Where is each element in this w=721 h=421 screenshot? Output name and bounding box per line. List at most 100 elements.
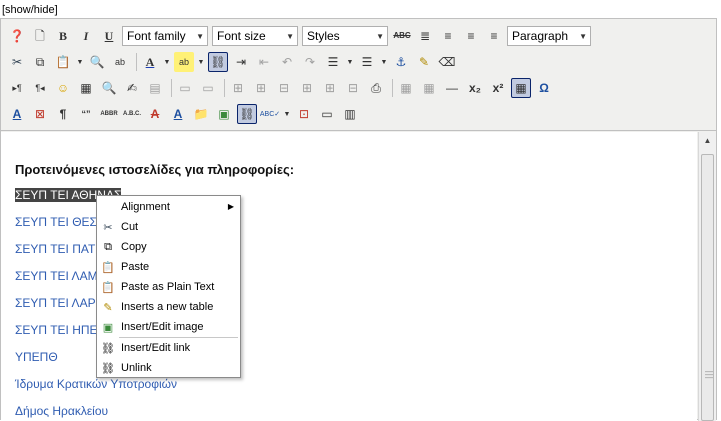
blockquote-icon[interactable]: “” xyxy=(76,104,96,124)
chevron-down-icon[interactable]: ▼ xyxy=(76,52,84,72)
unlink-toolbar-icon[interactable]: ⛓ xyxy=(208,52,228,72)
bold-button[interactable]: B xyxy=(53,26,73,46)
special-char-icon[interactable]: Ω xyxy=(534,78,554,98)
delete-row-icon[interactable]: ⊟ xyxy=(274,78,294,98)
chevron-down-icon[interactable]: ▼ xyxy=(283,104,291,124)
redo-icon[interactable]: ↷ xyxy=(300,52,320,72)
link-seyp-lam[interactable]: ΣΕΥΠ ΤΕΙ ΛΑΜ xyxy=(15,269,98,283)
help-icon[interactable]: ❓ xyxy=(7,26,27,46)
align-center-icon[interactable]: ≡ xyxy=(438,26,458,46)
cut-icon[interactable]: ✂ xyxy=(7,52,27,72)
paragraph-mark-icon[interactable]: ¶ xyxy=(53,104,73,124)
menu-item-insert-image[interactable]: ▣ Insert/Edit image xyxy=(97,317,240,337)
link-seyp-pat[interactable]: ΣΕΥΠ ΤΕΙ ΠΑΤ xyxy=(15,242,95,256)
link-seyp-ipe[interactable]: ΣΕΥΠ ΤΕΙ ΗΠΕ xyxy=(15,323,98,337)
chevron-down-icon[interactable]: ▼ xyxy=(163,52,171,72)
link-icon[interactable]: ⛓ xyxy=(237,104,257,124)
columns-icon[interactable]: ▥ xyxy=(340,104,360,124)
split-cells-icon[interactable]: ⊟ xyxy=(343,78,363,98)
scroll-thumb[interactable]: — — — xyxy=(701,154,714,421)
copy-icon[interactable]: ⧉ xyxy=(30,52,50,72)
page-break-icon[interactable]: ⊡ xyxy=(294,104,314,124)
row-after-icon[interactable]: ⊞ xyxy=(251,78,271,98)
col-after-icon[interactable]: ⊞ xyxy=(320,78,340,98)
toolbar-row-1: ❓ 🗋 B I U Font family ▼ Font size ▼ Styles… xyxy=(7,24,595,48)
menu-item-paste[interactable]: 📋 Paste xyxy=(97,257,240,277)
font-size-select[interactable]: Font size ▼ xyxy=(212,26,298,46)
anchor-icon[interactable]: ⚓ xyxy=(391,52,411,72)
acronym-button[interactable]: A.B.C. xyxy=(122,104,142,124)
bullet-list-icon[interactable]: ☰ xyxy=(357,52,377,72)
styles-select[interactable]: Styles ▼ xyxy=(302,26,388,46)
col-before-icon[interactable]: ⊞ xyxy=(297,78,317,98)
preview-icon[interactable]: 🔍 xyxy=(99,78,119,98)
emoticon-icon[interactable]: ☺ xyxy=(53,78,73,98)
menu-item-cut[interactable]: ✂ Cut xyxy=(97,217,240,237)
find-icon[interactable]: 🔍 xyxy=(87,52,107,72)
menu-item-paste-plain[interactable]: 📋 Paste as Plain Text xyxy=(97,277,240,297)
chevron-down-icon[interactable]: ▼ xyxy=(346,52,354,72)
menu-item-alignment[interactable]: Alignment ▶ xyxy=(97,197,240,217)
show-hide-link[interactable]: [show/hide] xyxy=(2,4,58,16)
template-icon[interactable]: 📁 xyxy=(191,104,211,124)
italic-button[interactable]: I xyxy=(76,26,96,46)
outdent-icon[interactable]: ⇤ xyxy=(254,52,274,72)
media-icon[interactable]: ▦ xyxy=(76,78,96,98)
highlight-color-icon[interactable]: ab xyxy=(174,52,194,72)
ltr-icon[interactable]: ▸¶ xyxy=(7,78,27,98)
row-before-icon[interactable]: ⊞ xyxy=(228,78,248,98)
spellcheck-icon[interactable]: ABC✓ xyxy=(260,104,280,124)
underline-button[interactable]: U xyxy=(99,26,119,46)
insert-text-icon[interactable]: A xyxy=(168,104,188,124)
no-break-icon[interactable]: ⊠ xyxy=(30,104,50,124)
chevron-down-icon[interactable]: ▼ xyxy=(380,52,388,72)
visual-aid-icon[interactable]: ▦ xyxy=(511,78,531,98)
new-document-icon[interactable]: 🗋 xyxy=(30,26,50,46)
edit-css-icon[interactable]: ✍ xyxy=(122,78,142,98)
editor-scrollbar[interactable]: ▲ — — — xyxy=(698,132,716,421)
abbr-button[interactable]: ABBR xyxy=(99,104,119,124)
menu-item-copy[interactable]: ⧉ Copy xyxy=(97,237,240,257)
rtl-icon[interactable]: ¶◂ xyxy=(30,78,50,98)
indent-icon[interactable]: ⇥ xyxy=(231,52,251,72)
styles-value: Styles xyxy=(307,29,340,43)
link-seyp-thes[interactable]: ΣΕΥΠ ΤΕΙ ΘΕΣ xyxy=(15,215,97,229)
align-full-icon[interactable]: ≣ xyxy=(415,26,435,46)
align-left-icon[interactable]: ≡ xyxy=(461,26,481,46)
link-iky[interactable]: Ίδρυμα Κρατικών Υποτροφιών xyxy=(15,377,177,391)
print-icon[interactable]: ⎙ xyxy=(366,78,386,98)
link-ypepth[interactable]: ΥΠΕΠΘ xyxy=(15,350,58,364)
link-dimos-irakleiou[interactable]: Δήμος Ηρακλείου xyxy=(15,404,108,418)
move-forward-icon[interactable]: ▭ xyxy=(198,78,218,98)
align-right-icon[interactable]: ≡ xyxy=(484,26,504,46)
replace-icon[interactable]: ab xyxy=(110,52,130,72)
scroll-up-icon[interactable]: ▲ xyxy=(701,134,714,148)
horizontal-rule-icon[interactable]: — xyxy=(442,78,462,98)
text-color-icon[interactable]: A xyxy=(140,52,160,72)
insert-layer-icon[interactable]: ▭ xyxy=(175,78,195,98)
cleanup-icon[interactable]: ✎ xyxy=(414,52,434,72)
attributes-icon[interactable]: ▤ xyxy=(145,78,165,98)
strikethrough-button[interactable]: ABC xyxy=(392,26,412,46)
merge-cells-icon[interactable]: ▦ xyxy=(396,78,416,98)
eraser-icon[interactable]: ⌫ xyxy=(437,52,457,72)
form-icon[interactable]: ▭ xyxy=(317,104,337,124)
numbered-list-icon[interactable]: ☰ xyxy=(323,52,343,72)
menu-item-insert-table[interactable]: ✎ Inserts a new table xyxy=(97,297,240,317)
chevron-down-icon[interactable]: ▼ xyxy=(197,52,205,72)
table-props-icon[interactable]: ▦ xyxy=(419,78,439,98)
styles-props-icon[interactable]: A xyxy=(7,104,27,124)
image-icon[interactable]: ▣ xyxy=(214,104,234,124)
subscript-icon[interactable]: x₂ xyxy=(465,78,485,98)
link-seyp-lar[interactable]: ΣΕΥΠ ΤΕΙ ΛΑΡ xyxy=(15,296,96,310)
grip-icon: — — — xyxy=(705,367,713,382)
menu-item-insert-link[interactable]: ⛓ Insert/Edit link xyxy=(97,338,240,358)
undo-icon[interactable]: ↶ xyxy=(277,52,297,72)
font-family-select[interactable]: Font family ▼ xyxy=(122,26,208,46)
delete-text-icon[interactable]: A xyxy=(145,104,165,124)
paste-text-icon: 📋 xyxy=(101,281,115,294)
paste-icon[interactable]: 📋 xyxy=(53,52,73,72)
paragraph-select[interactable]: Paragraph ▼ xyxy=(507,26,591,46)
menu-item-unlink[interactable]: ⛓ Unlink xyxy=(97,358,240,378)
superscript-icon[interactable]: x² xyxy=(488,78,508,98)
